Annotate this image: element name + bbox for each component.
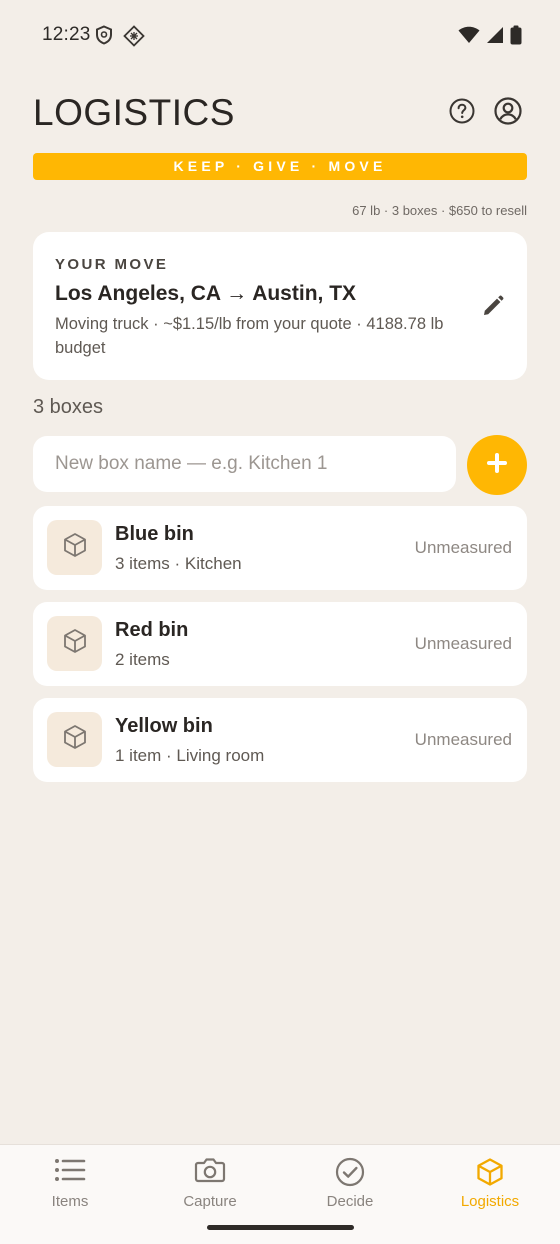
signal-icon — [486, 26, 504, 49]
box-status: Unmeasured — [414, 538, 512, 557]
status-bar: 12:23 — [0, 0, 560, 72]
edit-icon[interactable] — [481, 294, 505, 323]
box-name: Blue bin — [115, 523, 194, 545]
nav-label: Decide — [326, 1193, 374, 1210]
box-count: 3 boxes — [33, 396, 104, 418]
box-meta: 1 item · Living room — [115, 746, 265, 765]
home-indicator — [207, 1225, 354, 1230]
box-thumbnail — [47, 712, 102, 767]
nav-label: Capture — [183, 1193, 237, 1210]
box-icon — [61, 723, 89, 756]
help-icon[interactable] — [449, 98, 475, 129]
tagline-banner: KEEP · GIVE · MOVE — [33, 153, 527, 180]
status-time: 12:23 — [42, 24, 91, 45]
box-list-item[interactable]: Red bin 2 items Unmeasured — [33, 602, 527, 686]
nav-label: Items — [51, 1193, 89, 1210]
box-icon — [61, 531, 89, 564]
move-summary: 67 lb · 3 boxes · $650 to resell — [352, 203, 527, 218]
plus-icon — [486, 452, 508, 479]
list-icon — [54, 1157, 86, 1188]
box-name: Red bin — [115, 619, 189, 641]
logistics-screen: 12:23 LOGISTICS KEEP · GIVE · MOVE 67 lb… — [0, 0, 560, 1244]
page-title: LOGISTICS — [33, 92, 235, 133]
nav-item-decide[interactable]: Decide — [280, 1145, 420, 1225]
diamond-grid-icon — [123, 25, 145, 52]
battery-icon — [510, 25, 522, 50]
move-eyebrow: YOUR MOVE — [55, 256, 169, 273]
shield-icon — [95, 25, 113, 50]
box-list-item[interactable]: Blue bin 3 items · Kitchen Unmeasured — [33, 506, 527, 590]
camera-icon — [194, 1157, 226, 1188]
box-status: Unmeasured — [414, 634, 512, 653]
box-icon — [61, 627, 89, 660]
add-box-button[interactable] — [467, 435, 527, 495]
nav-item-capture[interactable]: Capture — [140, 1145, 280, 1225]
move-detail: Moving truck · ~$1.15/lb from your quote… — [55, 315, 444, 357]
account-icon[interactable] — [494, 97, 522, 130]
box-list-item[interactable]: Yellow bin 1 item · Living room Unmeasur… — [33, 698, 527, 782]
box-meta: 3 items · Kitchen — [115, 554, 242, 573]
box-icon — [475, 1157, 505, 1192]
status-indicators — [458, 25, 522, 50]
nav-label: Logistics — [460, 1193, 520, 1210]
box-meta: 2 items — [115, 650, 170, 669]
wifi-icon — [458, 26, 480, 49]
nav-item-items[interactable]: Items — [0, 1145, 140, 1225]
box-thumbnail — [47, 616, 102, 671]
box-name: Yellow bin — [115, 715, 213, 737]
check-circle-icon — [335, 1157, 365, 1192]
nav-item-logistics[interactable]: Logistics — [420, 1145, 560, 1225]
box-status: Unmeasured — [414, 730, 512, 749]
move-route: Los Angeles, CA → Austin, TX — [55, 282, 357, 305]
new-box-name-input[interactable] — [33, 436, 456, 492]
move-card[interactable]: YOUR MOVE Los Angeles, CA → Austin, TX M… — [33, 232, 527, 380]
box-thumbnail — [47, 520, 102, 575]
